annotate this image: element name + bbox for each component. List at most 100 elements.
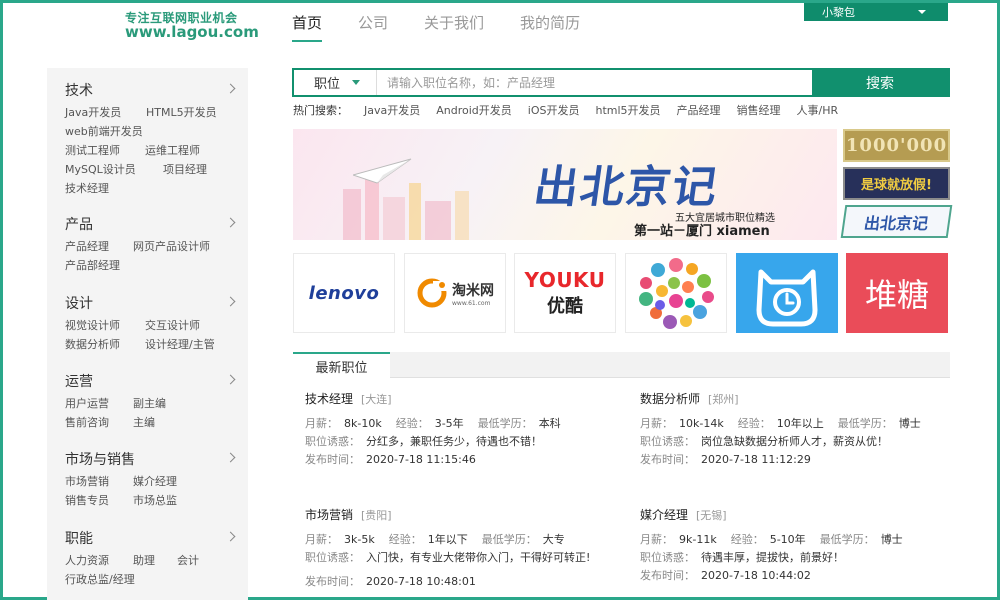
edu-label: 最低学历： [481, 533, 537, 546]
search-type-select[interactable]: 职位 [294, 70, 377, 95]
category-link[interactable]: 网页产品设计师 [133, 238, 210, 254]
job-title[interactable]: 技术经理 [305, 392, 353, 406]
search-bar: 职位 搜索 [292, 68, 950, 97]
category-title[interactable]: 运营 [65, 371, 93, 391]
job-title[interactable]: 数据分析师 [640, 392, 700, 406]
hot-item[interactable]: 销售经理 [737, 104, 781, 117]
category-link[interactable]: 产品部经理 [65, 257, 120, 273]
logo-cat-clock[interactable] [736, 253, 838, 333]
category-link[interactable]: 产品经理 [65, 238, 109, 254]
chevron-right-icon[interactable] [225, 217, 236, 228]
category-link[interactable]: 测试工程师 [65, 142, 120, 158]
perk-value: 分红多，兼职任务少，待遇也不错！ [366, 435, 542, 448]
youku-cn: 优酷 [547, 296, 583, 317]
chevron-right-icon[interactable] [225, 452, 236, 463]
category-link[interactable]: 技术经理 [65, 180, 109, 196]
job-time: 发布时间： 2020-7-18 10:44:02 [640, 566, 811, 585]
job-meta: 月薪： 8k-10k 经验： 3-5年 最低学历： 本科 [305, 414, 575, 433]
category-link[interactable]: HTML5开发员 [146, 104, 217, 120]
category-sidebar: 技术 Java开发员 HTML5开发员 web前端开发员 测试工程师 运维工程师… [47, 68, 248, 600]
category-title[interactable]: 设计 [65, 293, 93, 313]
job-title[interactable]: 媒介经理 [640, 508, 688, 522]
salary-value: 3k-5k [344, 533, 375, 546]
nav-home[interactable]: 首页 [292, 12, 323, 42]
category-link[interactable]: 会计 [177, 552, 199, 568]
job-perk: 职位诱惑： 入门快，有专业大佬带你入门，干得好可转正! [305, 548, 590, 567]
taomi-name: 淘米网 [452, 282, 494, 299]
category-link[interactable]: 助理 [133, 552, 155, 568]
perk-label: 职位诱惑： [305, 551, 360, 564]
nav-company[interactable]: 公司 [358, 12, 388, 40]
perk-label: 职位诱惑： [640, 551, 695, 564]
category-link[interactable]: 交互设计师 [145, 317, 200, 333]
user-dropdown[interactable]: 小黎包 [804, 3, 948, 21]
salary-label: 月薪： [640, 417, 673, 430]
category-link[interactable]: 数据分析师 [65, 336, 120, 352]
edu-value: 大专 [542, 533, 565, 546]
job-perk: 职位诱惑： 待遇丰厚，提拔快，前景好！ [640, 548, 844, 567]
exp-value: 1年以下 [427, 533, 468, 546]
search-input[interactable] [377, 70, 812, 95]
youku-en: YOUKU [524, 268, 606, 292]
category-title[interactable]: 市场与销售 [65, 449, 135, 469]
perk-value: 入门快，有专业大佬带你入门，干得好可转正! [366, 551, 591, 564]
category-link[interactable]: 市场营销 [65, 473, 109, 489]
chevron-right-icon[interactable] [225, 374, 236, 385]
edu-value: 本科 [538, 417, 561, 430]
logo-colorful[interactable] [625, 253, 727, 333]
hot-item[interactable]: 人事/HR [797, 104, 839, 117]
hot-item[interactable]: Android开发员 [436, 104, 512, 117]
colorful-pattern-image [639, 258, 714, 329]
nav-about[interactable]: 关于我们 [424, 12, 484, 40]
perk-label: 职位诱惑： [305, 435, 360, 448]
category-link[interactable]: MySQL设计员 [65, 161, 136, 177]
promo-banner[interactable]: 出北京记 五大宜居城市职位精选 第一站－厦门 xiamen [293, 129, 837, 240]
category-link[interactable]: 销售专员 [65, 492, 109, 508]
exp-value: 5-10年 [769, 533, 806, 546]
hot-label: 热门搜索： [293, 104, 348, 117]
exp-label: 经验： [730, 533, 764, 546]
category-link[interactable]: 售前咨询 [65, 414, 109, 430]
category-title[interactable]: 产品 [65, 214, 93, 234]
category-link[interactable]: 项目经理 [163, 161, 207, 177]
banner-thumb-2[interactable]: 是球就放假! [843, 167, 950, 200]
job-title-row: 技术经理 [大连] [305, 390, 392, 407]
category-title[interactable]: 技术 [65, 80, 93, 100]
category-link[interactable]: 用户运营 [65, 395, 109, 411]
category-link[interactable]: web前端开发员 [65, 123, 143, 139]
logo-youku[interactable]: YOUKU 优酷 [514, 253, 616, 333]
category-link[interactable]: 市场总监 [133, 492, 177, 508]
category-link[interactable]: 行政总监/经理 [65, 571, 135, 587]
search-button[interactable]: 搜索 [812, 70, 948, 95]
time-label: 发布时间： [305, 575, 360, 588]
banner-thumb-3[interactable]: 出北京记 [840, 205, 953, 238]
hot-item[interactable]: 产品经理 [677, 104, 721, 117]
category-link[interactable]: 副主编 [133, 395, 166, 411]
chevron-right-icon[interactable] [225, 531, 236, 542]
logo-site[interactable]: www.lagou.com [125, 23, 259, 41]
category-link[interactable]: 主编 [133, 414, 155, 430]
hot-item[interactable]: Java开发员 [364, 104, 420, 117]
category-title[interactable]: 职能 [65, 528, 93, 548]
hot-item[interactable]: html5开发员 [595, 104, 660, 117]
chevron-right-icon[interactable] [225, 83, 236, 94]
category-link[interactable]: Java开发员 [65, 104, 121, 120]
chevron-right-icon[interactable] [225, 296, 236, 307]
nav-resume[interactable]: 我的简历 [520, 12, 580, 40]
category-link[interactable]: 人力资源 [65, 552, 109, 568]
category-link[interactable]: 设计经理/主管 [145, 336, 215, 352]
exp-label: 经验： [737, 417, 771, 430]
hot-item[interactable]: iOS开发员 [528, 104, 580, 117]
category-link[interactable]: 媒介经理 [133, 473, 177, 489]
logo-duitang[interactable]: 堆糖 [846, 253, 948, 333]
logo-taomi[interactable]: 淘米网 www.61.com [404, 253, 506, 333]
banner-thumb-1[interactable]: 1000'000 [843, 129, 950, 162]
logo-lenovo[interactable]: lenovo [293, 253, 395, 333]
job-title[interactable]: 市场营销 [305, 508, 353, 522]
edu-label: 最低学历： [477, 417, 533, 430]
category-link[interactable]: 视觉设计师 [65, 317, 120, 333]
tab-latest-jobs[interactable]: 最新职位 [293, 352, 390, 378]
salary-label: 月薪： [305, 417, 338, 430]
salary-label: 月薪： [305, 533, 338, 546]
category-link[interactable]: 运维工程师 [145, 142, 200, 158]
